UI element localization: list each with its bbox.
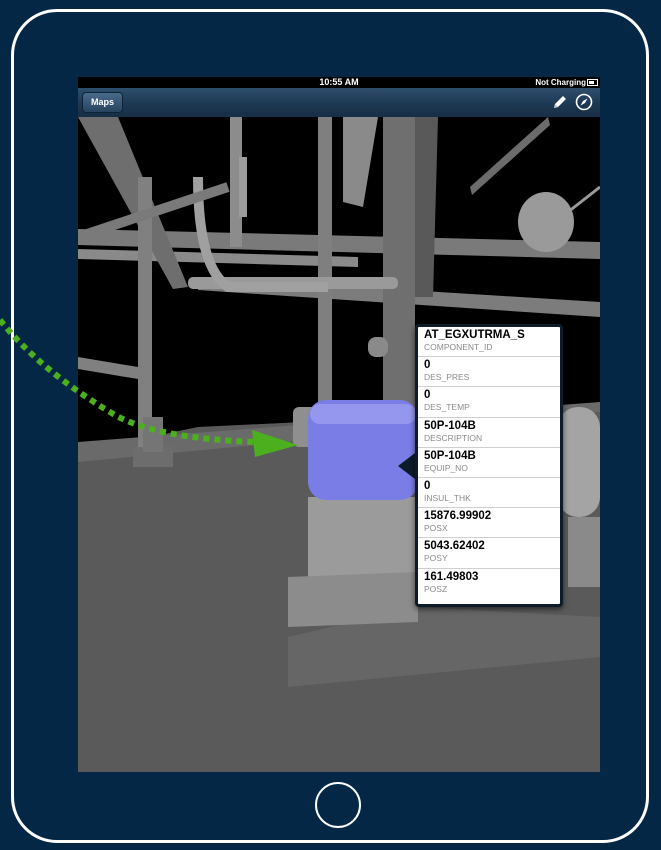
attribute-callout[interactable]: AT_EGXUTRMA_S COMPONENT_ID 0 DES_PRES 0 … — [415, 324, 563, 607]
attribute-label: INSUL_THK — [424, 492, 471, 503]
maps-button[interactable]: Maps — [82, 92, 124, 113]
top-toolbar: Maps — [78, 88, 600, 118]
attribute-row: 15876.99902 POSX — [418, 508, 560, 539]
attribute-label: COMPONENT_ID — [424, 342, 493, 352]
attribute-value: 0 — [424, 479, 431, 492]
attribute-row: AT_EGXUTRMA_S COMPONENT_ID — [418, 327, 560, 358]
attribute-row: 0 DES_PRES — [418, 357, 560, 388]
status-bar: 10:55 AM Not Charging — [78, 77, 600, 88]
attribute-label: DES_PRES — [424, 372, 470, 383]
attribute-label: DES_TEMP — [424, 402, 470, 413]
charging-status: Not Charging — [535, 78, 586, 87]
attribute-row: 50P-104B DESCRIPTION — [418, 418, 560, 448]
attribute-label: DESCRIPTION — [424, 432, 483, 443]
guide-arrow — [0, 318, 298, 457]
attribute-value: 161.49803 — [424, 570, 479, 583]
attribute-row: 161.49803 POSZ — [418, 569, 560, 599]
attribute-label: EQUIP_NO — [424, 462, 468, 473]
attribute-value: 15876.99902 — [424, 510, 492, 523]
attribute-row: 5043.62402 POSY — [418, 538, 560, 569]
attribute-value: 5043.62402 — [424, 540, 485, 553]
battery-icon — [587, 79, 598, 86]
attribute-value: 0 — [424, 359, 431, 372]
attribute-row: 0 DES_TEMP — [418, 387, 560, 418]
attribute-value: AT_EGXUTRMA_S — [424, 329, 525, 341]
home-button[interactable] — [315, 782, 361, 828]
attribute-value: 50P-104B — [424, 419, 476, 432]
compass-icon[interactable] — [575, 93, 593, 111]
attribute-label: POSY — [424, 553, 448, 564]
callout-pointer — [398, 453, 415, 479]
attribute-label: POSZ — [424, 583, 448, 594]
attribute-value: 50P-104B — [424, 449, 476, 462]
attribute-row: 50P-104B EQUIP_NO — [418, 448, 560, 478]
pencil-icon[interactable] — [551, 93, 569, 111]
attribute-value: 0 — [424, 389, 431, 402]
status-time: 10:55 AM — [319, 77, 359, 87]
attribute-label: POSX — [424, 523, 448, 534]
attribute-row: 0 INSUL_THK — [418, 478, 560, 509]
